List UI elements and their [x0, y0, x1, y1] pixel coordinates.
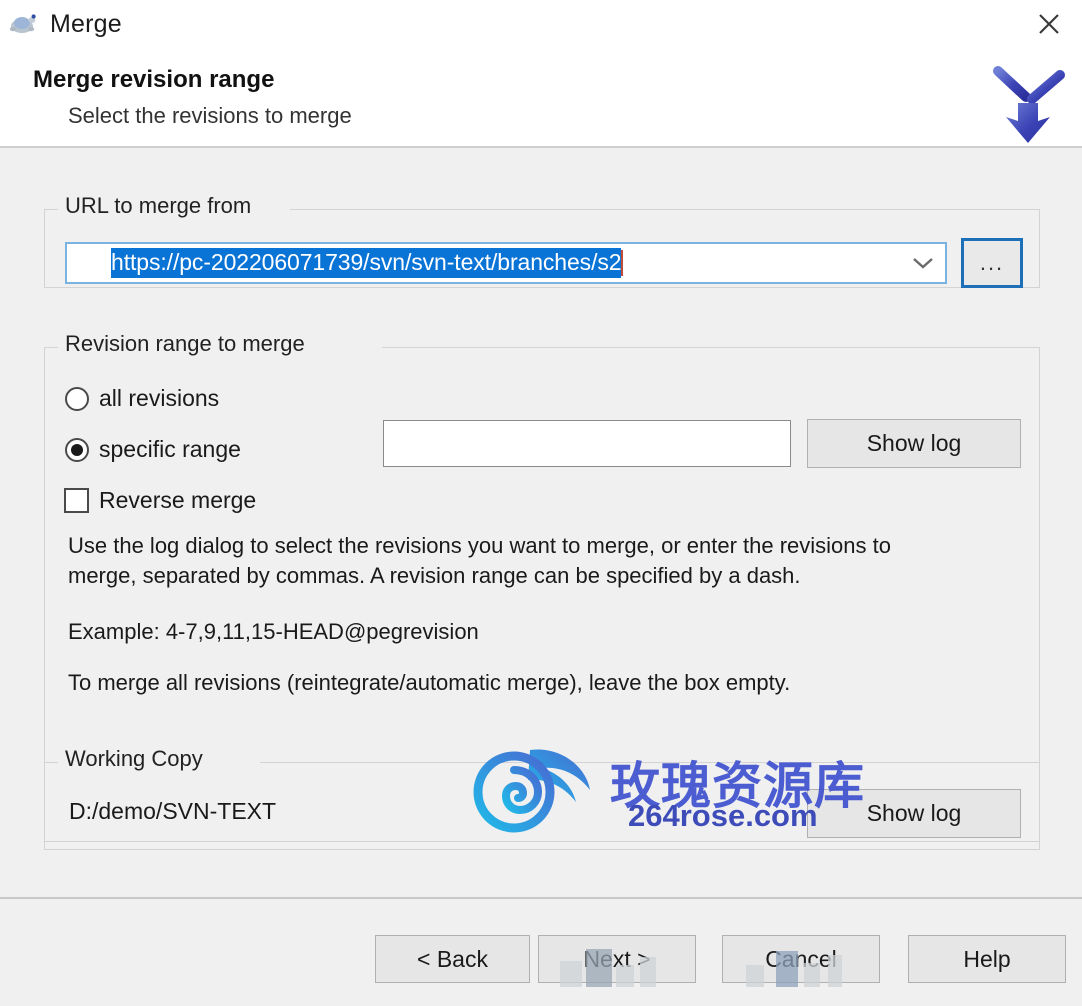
- desktop-artifact: [776, 951, 798, 987]
- checkbox-reverse-merge-label: Reverse merge: [99, 487, 257, 513]
- desktop-artifact: [560, 961, 582, 987]
- back-button[interactable]: < Back: [375, 935, 530, 983]
- window-title-text: Merge: [50, 10, 122, 38]
- revision-group-legend: Revision range to merge: [59, 331, 311, 357]
- help-button[interactable]: Help: [908, 935, 1066, 983]
- page-title: Merge revision range: [33, 66, 275, 93]
- radio-all-revisions-mark: [65, 386, 89, 411]
- working-copy-path: D:/demo/SVN-TEXT: [69, 798, 277, 824]
- url-group-legend: URL to merge from: [59, 193, 258, 219]
- url-combobox[interactable]: https://pc-202206071739/svn/svn-text/bra…: [65, 242, 947, 284]
- desktop-artifact: [640, 957, 656, 987]
- desktop-artifact: [586, 949, 612, 987]
- chevron-down-icon[interactable]: [901, 244, 945, 282]
- radio-specific-range[interactable]: specific range: [65, 436, 241, 463]
- desktop-artifact: [828, 955, 842, 987]
- desktop-artifact: [804, 963, 820, 987]
- radio-specific-range-mark: [65, 437, 89, 462]
- revision-help-text-3: To merge all revisions (reintegrate/auto…: [68, 670, 791, 695]
- revision-help-text-1: Use the log dialog to select the revisio…: [68, 533, 891, 589]
- dialog-header: Merge revision range Select the revision…: [0, 49, 1082, 148]
- page-subtitle: Select the revisions to merge: [68, 103, 352, 128]
- radio-all-revisions[interactable]: all revisions: [65, 385, 219, 412]
- revision-help-text-2: Example: 4-7,9,11,15-HEAD@pegrevision: [68, 619, 479, 644]
- radio-specific-range-label: specific range: [99, 436, 241, 462]
- close-icon[interactable]: [1026, 4, 1072, 44]
- browse-button[interactable]: ...: [961, 238, 1023, 288]
- desktop-artifact: [746, 965, 764, 987]
- text-caret: [621, 250, 624, 276]
- url-input[interactable]: https://pc-202206071739/svn/svn-text/bra…: [67, 248, 901, 278]
- dialog-content: URL to merge from https://pc-20220607173…: [0, 148, 1082, 897]
- checkbox-reverse-merge-mark: [64, 488, 89, 513]
- desktop-artifact: [616, 965, 634, 987]
- window-title-bar: Merge: [0, 0, 1082, 49]
- working-copy-legend: Working Copy: [59, 746, 209, 772]
- radio-all-revisions-label: all revisions: [99, 385, 220, 411]
- show-log-button-working-copy[interactable]: Show log: [807, 789, 1021, 838]
- url-value-text: https://pc-202206071739/svn/svn-text/bra…: [111, 248, 622, 278]
- merge-arrow-icon: [976, 47, 1080, 151]
- checkbox-reverse-merge[interactable]: Reverse merge: [64, 487, 256, 514]
- tortoise-svn-icon: [8, 10, 38, 40]
- dialog-footer: < Back Next > Cancel Help: [0, 897, 1082, 1006]
- show-log-button-revisions[interactable]: Show log: [807, 419, 1021, 468]
- revision-range-input[interactable]: [383, 420, 791, 467]
